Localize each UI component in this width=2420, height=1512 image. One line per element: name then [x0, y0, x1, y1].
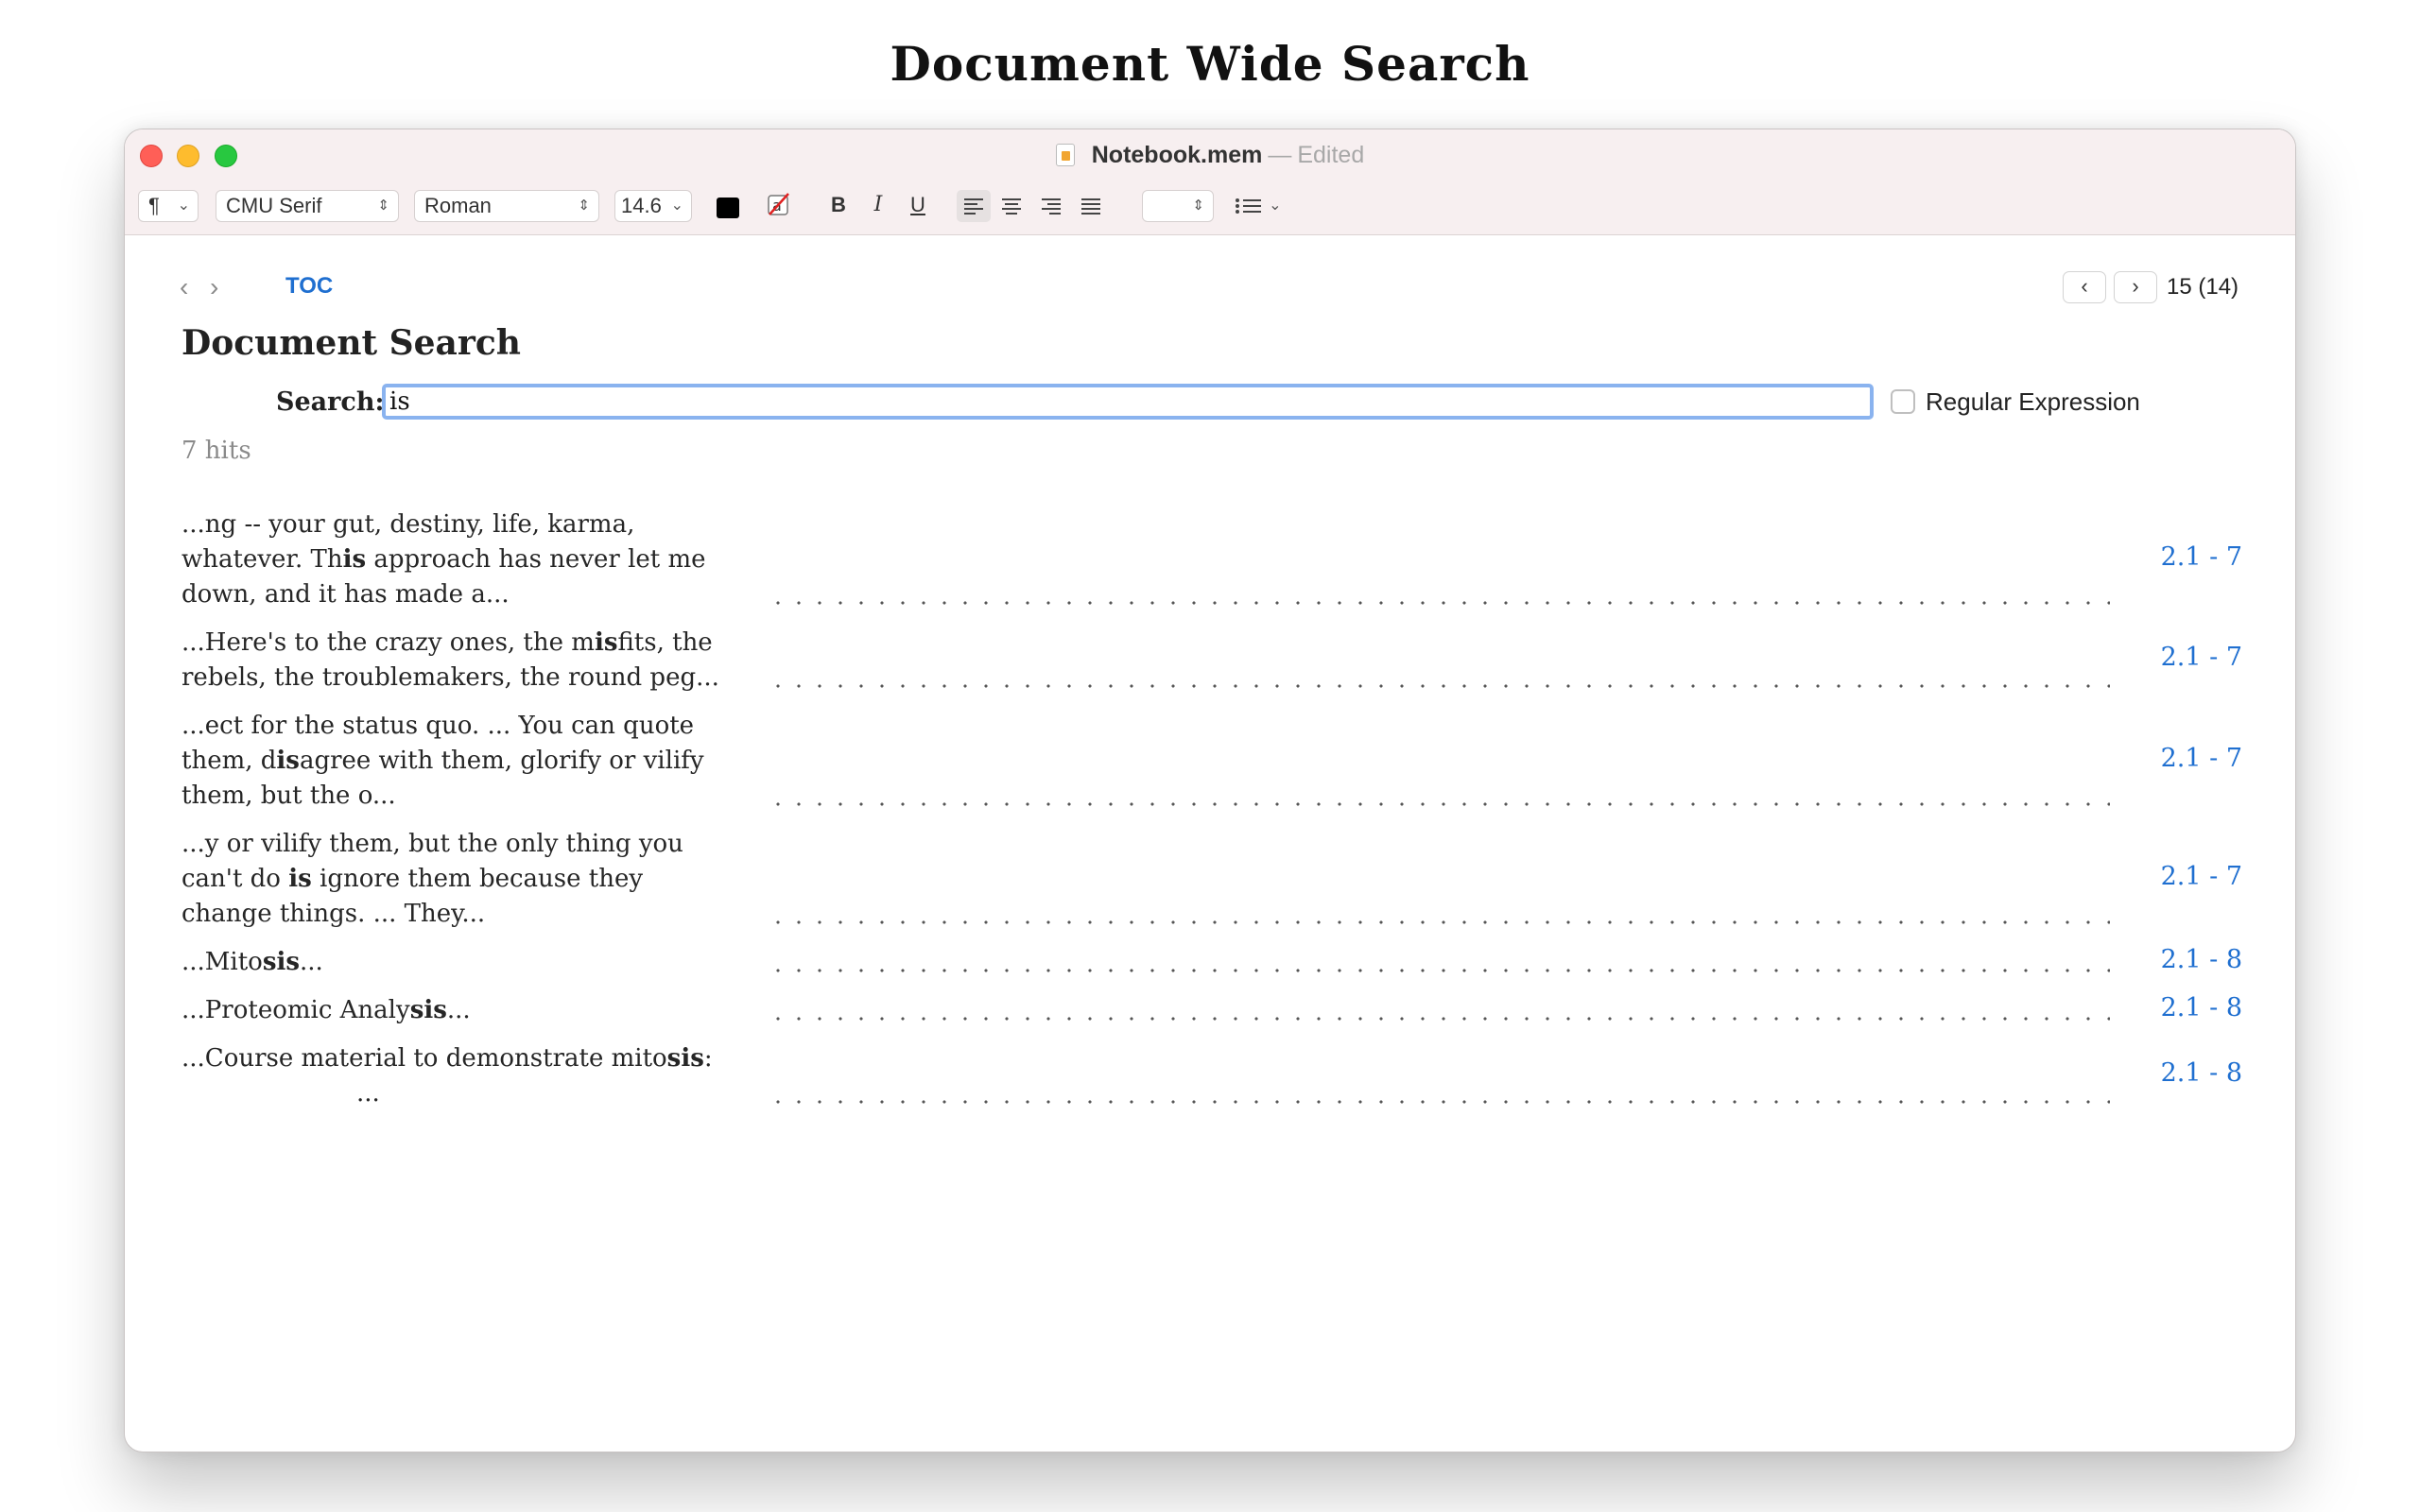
result-snippet: ...Proteomic Analysis... — [182, 996, 471, 1024]
align-right-button[interactable] — [1034, 190, 1068, 222]
window-title: Notebook.mem — Edited — [125, 139, 2295, 171]
search-result[interactable]: ...ng -- your gut, destiny, life, karma,… — [182, 507, 2242, 612]
result-snippet: ...Here's to the crazy ones, the misfits… — [182, 628, 719, 692]
result-reference-link[interactable]: 2.1 - 7 — [2161, 643, 2242, 672]
font-family-value: CMU Serif — [226, 194, 322, 217]
align-center-icon — [1002, 198, 1021, 215]
align-left-button[interactable] — [957, 190, 991, 222]
font-size-combo[interactable]: 14.6 ⌄ — [614, 190, 692, 222]
text-color-well[interactable] — [717, 198, 739, 218]
title-separator: — — [1268, 142, 1292, 168]
search-input[interactable] — [382, 384, 1874, 420]
search-result[interactable]: ...ect for the status quo. ... You can q… — [182, 709, 2242, 814]
align-justify-icon — [1081, 198, 1100, 215]
search-result[interactable]: ...y or vilify them, but the only thing … — [182, 827, 2242, 932]
regex-checkbox[interactable] — [1891, 389, 1915, 414]
font-size-value: 14.6 — [621, 194, 662, 217]
chevron-down-icon: ⌄ — [670, 198, 683, 214]
align-center-button[interactable] — [994, 190, 1028, 222]
font-family-popup[interactable]: CMU Serif ⇕ — [216, 190, 399, 222]
font-style-popup[interactable]: Roman ⇕ — [414, 190, 599, 222]
dot-leader — [768, 1096, 2110, 1108]
align-left-icon — [964, 198, 983, 215]
previous-page-button[interactable]: ‹ — [2063, 271, 2106, 303]
search-result[interactable]: ...Here's to the crazy ones, the misfits… — [182, 626, 2242, 696]
next-page-button[interactable]: › — [2114, 271, 2157, 303]
search-result[interactable]: ...Course material to demonstrate mitosi… — [182, 1041, 2242, 1111]
updown-arrows-icon: ⇕ — [377, 198, 389, 214]
no-highlight-icon: a — [768, 193, 789, 215]
highlight-color-button[interactable]: a — [766, 190, 796, 222]
alignment-group — [957, 190, 1108, 222]
result-snippet: ...Mitosis... — [182, 948, 323, 976]
title-edited-state: Edited — [1297, 142, 1365, 168]
dot-leader — [768, 917, 2110, 928]
align-right-icon — [1042, 198, 1061, 215]
page-heading: Document Wide Search — [890, 36, 1530, 92]
result-reference-link[interactable]: 2.1 - 7 — [2161, 542, 2242, 572]
result-reference-link[interactable]: 2.1 - 7 — [2161, 862, 2242, 891]
result-reference-link[interactable]: 2.1 - 8 — [2161, 1058, 2242, 1088]
paragraph-icon: ¶ — [148, 194, 160, 217]
chevron-down-icon: ⌄ — [177, 198, 190, 214]
chevron-right-icon: › — [2132, 274, 2139, 298]
underline-button[interactable]: U — [904, 190, 932, 222]
result-reference-link[interactable]: 2.1 - 8 — [2161, 993, 2242, 1022]
page-count: 15 (14) — [2167, 274, 2239, 300]
title-filename: Notebook.mem — [1091, 142, 1263, 168]
result-snippet: ...y or vilify them, but the only thing … — [182, 830, 683, 928]
bold-button[interactable]: B — [824, 190, 853, 222]
result-reference-link[interactable]: 2.1 - 7 — [2161, 744, 2242, 773]
paragraph-style-popup[interactable]: ¶ ⌄ — [138, 190, 199, 222]
dot-leader — [768, 597, 2110, 609]
list-style-popup[interactable]: ⌄ — [1235, 190, 1291, 222]
search-result[interactable]: ...Proteomic Analysis... 2.1 - 8 — [182, 993, 2242, 1028]
toc-link[interactable]: TOC — [285, 273, 333, 300]
search-result[interactable]: ...Mitosis... 2.1 - 8 — [182, 945, 2242, 980]
result-reference-link[interactable]: 2.1 - 8 — [2161, 945, 2242, 974]
updown-arrows-icon: ⇕ — [1192, 198, 1204, 214]
titlebar: Notebook.mem — Edited ¶ ⌄ CMU Serif ⇕ Roma… — [125, 129, 2295, 235]
page-title: Document Search — [182, 323, 521, 363]
hit-count: 7 hits — [182, 437, 251, 465]
document-icon — [1055, 144, 1075, 166]
dot-leader — [768, 965, 2110, 976]
back-arrow-icon[interactable]: ‹ — [180, 273, 188, 301]
result-snippet: ...ect for the status quo. ... You can q… — [182, 712, 704, 810]
updown-arrows-icon: ⇕ — [578, 198, 590, 214]
dot-leader — [768, 1013, 2110, 1024]
italic-button[interactable]: I — [864, 190, 892, 222]
result-snippet: ...Course material to demonstrate mitosi… — [182, 1044, 713, 1108]
bulleted-list-icon — [1236, 198, 1261, 215]
search-results-list: ...ng -- your gut, destiny, life, karma,… — [182, 507, 2242, 1125]
line-spacing-popup[interactable]: ⇕ — [1142, 190, 1214, 222]
dot-leader — [768, 680, 2110, 692]
regex-checkbox-label[interactable]: Regular Expression — [1926, 387, 2140, 417]
dot-leader — [768, 799, 2110, 810]
forward-arrow-icon[interactable]: › — [210, 273, 218, 301]
chevron-left-icon: ‹ — [2081, 274, 2088, 298]
app-window: Notebook.mem — Edited ¶ ⌄ CMU Serif ⇕ Roma… — [124, 129, 2296, 1452]
font-style-value: Roman — [424, 194, 492, 217]
align-justify-button[interactable] — [1074, 190, 1108, 222]
search-label: Search: — [276, 387, 385, 417]
result-snippet: ...ng -- your gut, destiny, life, karma,… — [182, 510, 706, 609]
format-toolbar: ¶ ⌄ CMU Serif ⇕ Roman ⇕ 14.6 ⌄ a — [138, 190, 1461, 224]
chevron-down-icon: ⌄ — [1269, 198, 1282, 215]
